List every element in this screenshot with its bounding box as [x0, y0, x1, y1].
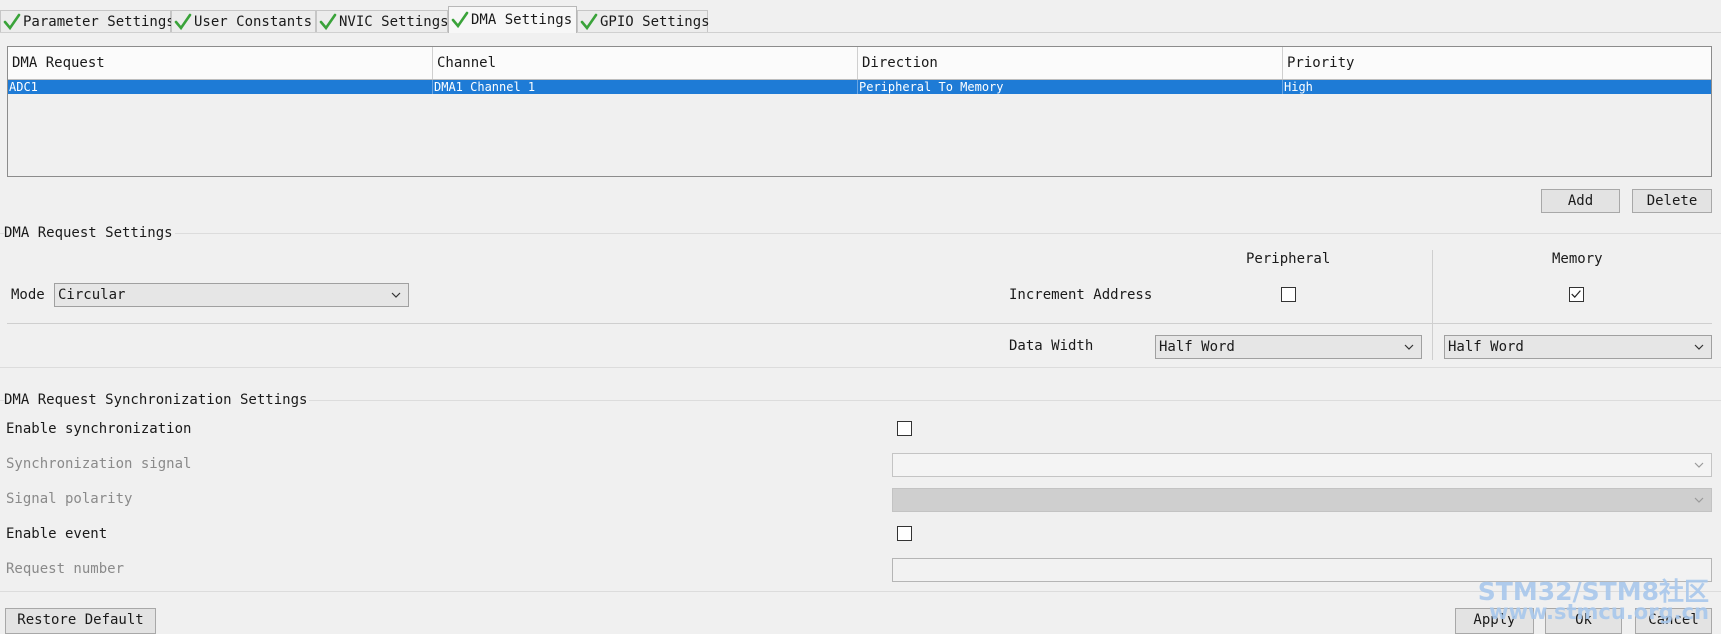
tab-nvic-settings[interactable]: NVIC Settings	[316, 10, 449, 32]
cell-dma-request: ADC1	[8, 80, 433, 94]
column-header-channel[interactable]: Channel	[433, 47, 858, 79]
sync-signal-select[interactable]	[892, 453, 1712, 477]
request-settings-title: DMA Request Settings	[4, 225, 175, 241]
tab-label: Parameter Settings	[23, 13, 175, 30]
chevron-down-icon	[1694, 497, 1704, 503]
memory-header: Memory	[1552, 251, 1603, 267]
restore-default-button[interactable]: Restore Default	[5, 608, 156, 634]
checkmark-icon	[3, 13, 21, 30]
mode-select-value: Circular	[58, 287, 126, 303]
enable-event-checkbox[interactable]	[897, 526, 912, 541]
column-header-direction[interactable]: Direction	[858, 47, 1283, 79]
chevron-down-icon	[1404, 344, 1414, 350]
request-settings-group-border	[0, 233, 1721, 234]
dma-request-table[interactable]: DMA Request Channel Direction Priority A…	[7, 46, 1712, 177]
tab-label: NVIC Settings	[339, 13, 449, 30]
checkmark-icon	[580, 13, 598, 30]
chevron-down-icon	[1694, 344, 1704, 350]
memory-data-width-select[interactable]: Half Word	[1444, 335, 1712, 359]
request-number-label: Request number	[6, 561, 125, 577]
cell-channel: DMA1 Channel 1	[433, 80, 858, 94]
watermark-url: www.stmcu.org.cn	[1489, 600, 1709, 624]
row-divider	[7, 323, 1712, 324]
sync-settings-title: DMA Request Synchronization Settings	[4, 392, 310, 408]
checkmark-icon	[319, 13, 337, 30]
data-width-label: Data Width	[1009, 338, 1094, 354]
enable-event-label: Enable event	[6, 526, 108, 542]
add-button[interactable]: Add	[1541, 189, 1620, 213]
checkmark-icon	[451, 11, 469, 29]
cell-direction: Peripheral To Memory	[858, 80, 1283, 94]
tab-dma-settings[interactable]: DMA Settings	[448, 6, 577, 33]
tab-bar: Parameter Settings User Constants NVIC S…	[0, 6, 1721, 33]
tab-user-constants[interactable]: User Constants	[171, 10, 316, 32]
checkmark-icon	[174, 13, 192, 30]
sync-signal-label: Synchronization signal	[6, 456, 192, 472]
peripheral-data-width-value: Half Word	[1159, 339, 1235, 355]
tab-label: User Constants	[194, 13, 313, 30]
mode-select[interactable]: Circular	[54, 283, 409, 307]
tab-parameter-settings[interactable]: Parameter Settings	[0, 10, 175, 32]
peripheral-header: Peripheral	[1246, 251, 1331, 267]
table-row[interactable]: ADC1 DMA1 Channel 1 Peripheral To Memory…	[8, 80, 1711, 94]
request-settings-group-bottom	[0, 367, 1721, 368]
tab-gpio-settings[interactable]: GPIO Settings	[577, 10, 710, 32]
chevron-down-icon	[391, 292, 401, 298]
column-divider	[1432, 250, 1433, 360]
delete-button[interactable]: Delete	[1632, 189, 1712, 213]
table-header: DMA Request Channel Direction Priority	[8, 47, 1711, 80]
memory-increment-checkbox[interactable]	[1569, 287, 1584, 302]
column-header-dma-request[interactable]: DMA Request	[8, 47, 433, 79]
tab-label: GPIO Settings	[600, 13, 710, 30]
tab-label: DMA Settings	[471, 12, 573, 28]
peripheral-data-width-select[interactable]: Half Word	[1155, 335, 1422, 359]
memory-data-width-value: Half Word	[1448, 339, 1524, 355]
signal-polarity-label: Signal polarity	[6, 491, 133, 507]
peripheral-increment-checkbox[interactable]	[1281, 287, 1296, 302]
chevron-down-icon	[1694, 462, 1704, 468]
cell-priority: High	[1284, 80, 1313, 94]
mode-label: Mode	[11, 287, 45, 303]
enable-sync-checkbox[interactable]	[897, 421, 912, 436]
column-header-priority[interactable]: Priority	[1283, 47, 1711, 79]
checkmark-icon	[1571, 290, 1581, 298]
sync-settings-group-bottom	[0, 591, 1721, 592]
signal-polarity-select[interactable]	[892, 488, 1712, 512]
increment-address-label: Increment Address	[1009, 287, 1153, 303]
enable-sync-label: Enable synchronization	[6, 421, 192, 437]
